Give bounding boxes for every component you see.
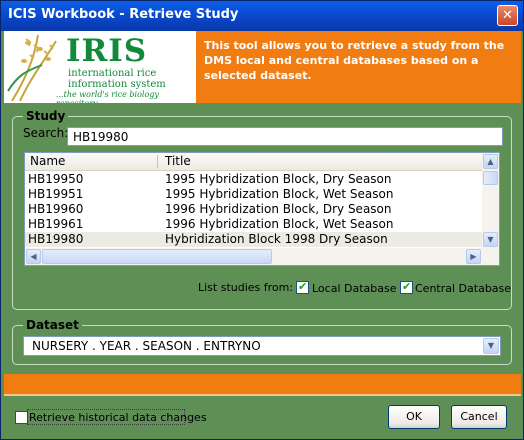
local-database-checkbox[interactable]: ✔ bbox=[296, 280, 309, 294]
horizontal-scrollbar[interactable]: ◀ ▶ bbox=[25, 248, 499, 265]
central-database-checkbox[interactable]: ✔ bbox=[400, 280, 413, 294]
search-label: Search: bbox=[23, 126, 69, 140]
table-row-selected[interactable]: HB19980 Hybridization Block 1998 Dry Sea… bbox=[25, 232, 483, 247]
dataset-group-label: Dataset bbox=[23, 318, 82, 332]
footer-stripe bbox=[4, 374, 521, 394]
row-title: 1995 Hybridization Block, Wet Season bbox=[165, 187, 394, 201]
logo-line-2: information system bbox=[68, 79, 166, 90]
header-banner: IRIS international rice information syst… bbox=[4, 31, 521, 103]
dataset-select[interactable]: NURSERY . YEAR . SEASON . ENTRYNO ▼ bbox=[23, 336, 501, 356]
list-studies-from-label: List studies from: bbox=[198, 281, 294, 294]
ok-button[interactable]: OK bbox=[388, 405, 440, 429]
scroll-up-icon[interactable]: ▲ bbox=[483, 154, 498, 169]
tool-description: This tool allows you to retrieve a study… bbox=[204, 39, 505, 82]
column-divider[interactable] bbox=[157, 155, 158, 168]
checkmark-icon: ✔ bbox=[402, 280, 412, 293]
scroll-down-icon[interactable]: ▼ bbox=[483, 232, 498, 247]
iris-logo: IRIS international rice information syst… bbox=[4, 31, 196, 103]
logo-wordmark: IRIS bbox=[66, 33, 148, 69]
logo-tagline: ...the world's rice biology repository bbox=[56, 90, 159, 103]
list-header: Name Title bbox=[25, 153, 483, 171]
column-header-title[interactable]: Title bbox=[165, 154, 191, 168]
row-name: HB19961 bbox=[28, 217, 84, 231]
row-name: HB19960 bbox=[28, 202, 84, 216]
checkmark-icon: ✔ bbox=[298, 280, 308, 293]
row-title: 1996 Hybridization Block, Dry Season bbox=[165, 202, 392, 216]
scroll-right-icon[interactable]: ▶ bbox=[466, 249, 481, 264]
table-row[interactable]: HB19951 1995 Hybridization Block, Wet Se… bbox=[25, 187, 483, 202]
table-row[interactable]: HB19961 1996 Hybridization Block, Wet Se… bbox=[25, 217, 483, 232]
row-name: HB19980 bbox=[28, 232, 84, 246]
title-bar[interactable]: ICIS Workbook - Retrieve Study ✕ bbox=[1, 1, 523, 31]
local-database-label: Local Database bbox=[312, 282, 397, 295]
row-title: Hybridization Block 1998 Dry Season bbox=[165, 232, 388, 246]
table-row[interactable]: HB19950 1995 Hybridization Block, Dry Se… bbox=[25, 172, 483, 187]
row-name: HB19950 bbox=[28, 172, 84, 186]
column-header-name[interactable]: Name bbox=[30, 154, 65, 168]
row-name: HB19951 bbox=[28, 187, 84, 201]
dropdown-arrow-icon[interactable]: ▼ bbox=[483, 338, 499, 354]
horizontal-scroll-thumb[interactable] bbox=[42, 249, 272, 264]
row-title: 1996 Hybridization Block, Wet Season bbox=[165, 217, 394, 231]
dataset-selected-value: NURSERY . YEAR . SEASON . ENTRYNO bbox=[32, 339, 261, 353]
logo-line-1: international rice bbox=[68, 68, 157, 79]
dialog-window: ICIS Workbook - Retrieve Study ✕ IRIS in… bbox=[0, 0, 524, 440]
cancel-button[interactable]: Cancel bbox=[451, 405, 507, 429]
vertical-scroll-thumb[interactable] bbox=[483, 171, 498, 185]
close-button[interactable]: ✕ bbox=[497, 5, 518, 26]
central-database-label: Central Database bbox=[415, 282, 512, 295]
window-title: ICIS Workbook - Retrieve Study bbox=[8, 7, 239, 22]
study-group-label: Study bbox=[23, 109, 69, 123]
scroll-left-icon[interactable]: ◀ bbox=[26, 249, 41, 264]
row-title: 1995 Hybridization Block, Dry Season bbox=[165, 172, 392, 186]
vertical-scrollbar[interactable]: ▲ ▼ bbox=[482, 153, 499, 248]
history-checkbox-label: Retrieve historical data changes bbox=[29, 411, 207, 424]
close-icon: ✕ bbox=[502, 8, 513, 23]
study-list[interactable]: Name Title HB19950 1995 Hybridization Bl… bbox=[24, 152, 500, 266]
table-row[interactable]: HB19960 1996 Hybridization Block, Dry Se… bbox=[25, 202, 483, 217]
search-input[interactable] bbox=[67, 127, 503, 146]
